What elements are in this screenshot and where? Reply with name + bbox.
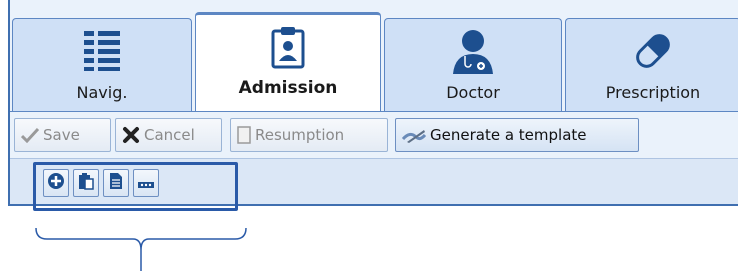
- resumption-label: Resumption: [255, 126, 345, 144]
- tab-navig[interactable]: Navig.: [12, 18, 192, 112]
- tab-admission[interactable]: Admission: [195, 12, 381, 112]
- resumption-button[interactable]: Resumption: [230, 118, 388, 152]
- clipboard-badge-icon: [196, 23, 380, 71]
- generate-template-button[interactable]: Generate a template: [395, 118, 639, 152]
- tab-prescription[interactable]: Prescription: [565, 18, 738, 112]
- cancel-button[interactable]: Cancel: [115, 118, 222, 152]
- doctor-icon: [385, 27, 561, 75]
- tab-bar: Navig. Admission Doctor Prescription: [10, 12, 738, 112]
- cancel-label: Cancel: [144, 126, 195, 144]
- tab-label: Navig.: [76, 83, 128, 102]
- tab-label: Admission: [238, 78, 338, 98]
- tab-label: Doctor: [446, 83, 500, 102]
- save-label: Save: [43, 126, 80, 144]
- tab-doctor[interactable]: Doctor: [384, 18, 562, 112]
- pill-icon: [566, 27, 738, 75]
- list-icon: [13, 27, 191, 75]
- x-icon: [122, 126, 140, 144]
- tab-baseline: [10, 111, 738, 112]
- bracket-annotation: [35, 228, 247, 271]
- save-button[interactable]: Save: [14, 118, 111, 152]
- tab-label: Prescription: [605, 83, 701, 102]
- document-icon: [237, 126, 251, 144]
- checkmark-icon: [21, 127, 39, 143]
- generate-template-label: Generate a template: [430, 126, 587, 144]
- edit-pen-icon: [402, 127, 426, 143]
- sub-toolbar-highlight: [33, 162, 238, 211]
